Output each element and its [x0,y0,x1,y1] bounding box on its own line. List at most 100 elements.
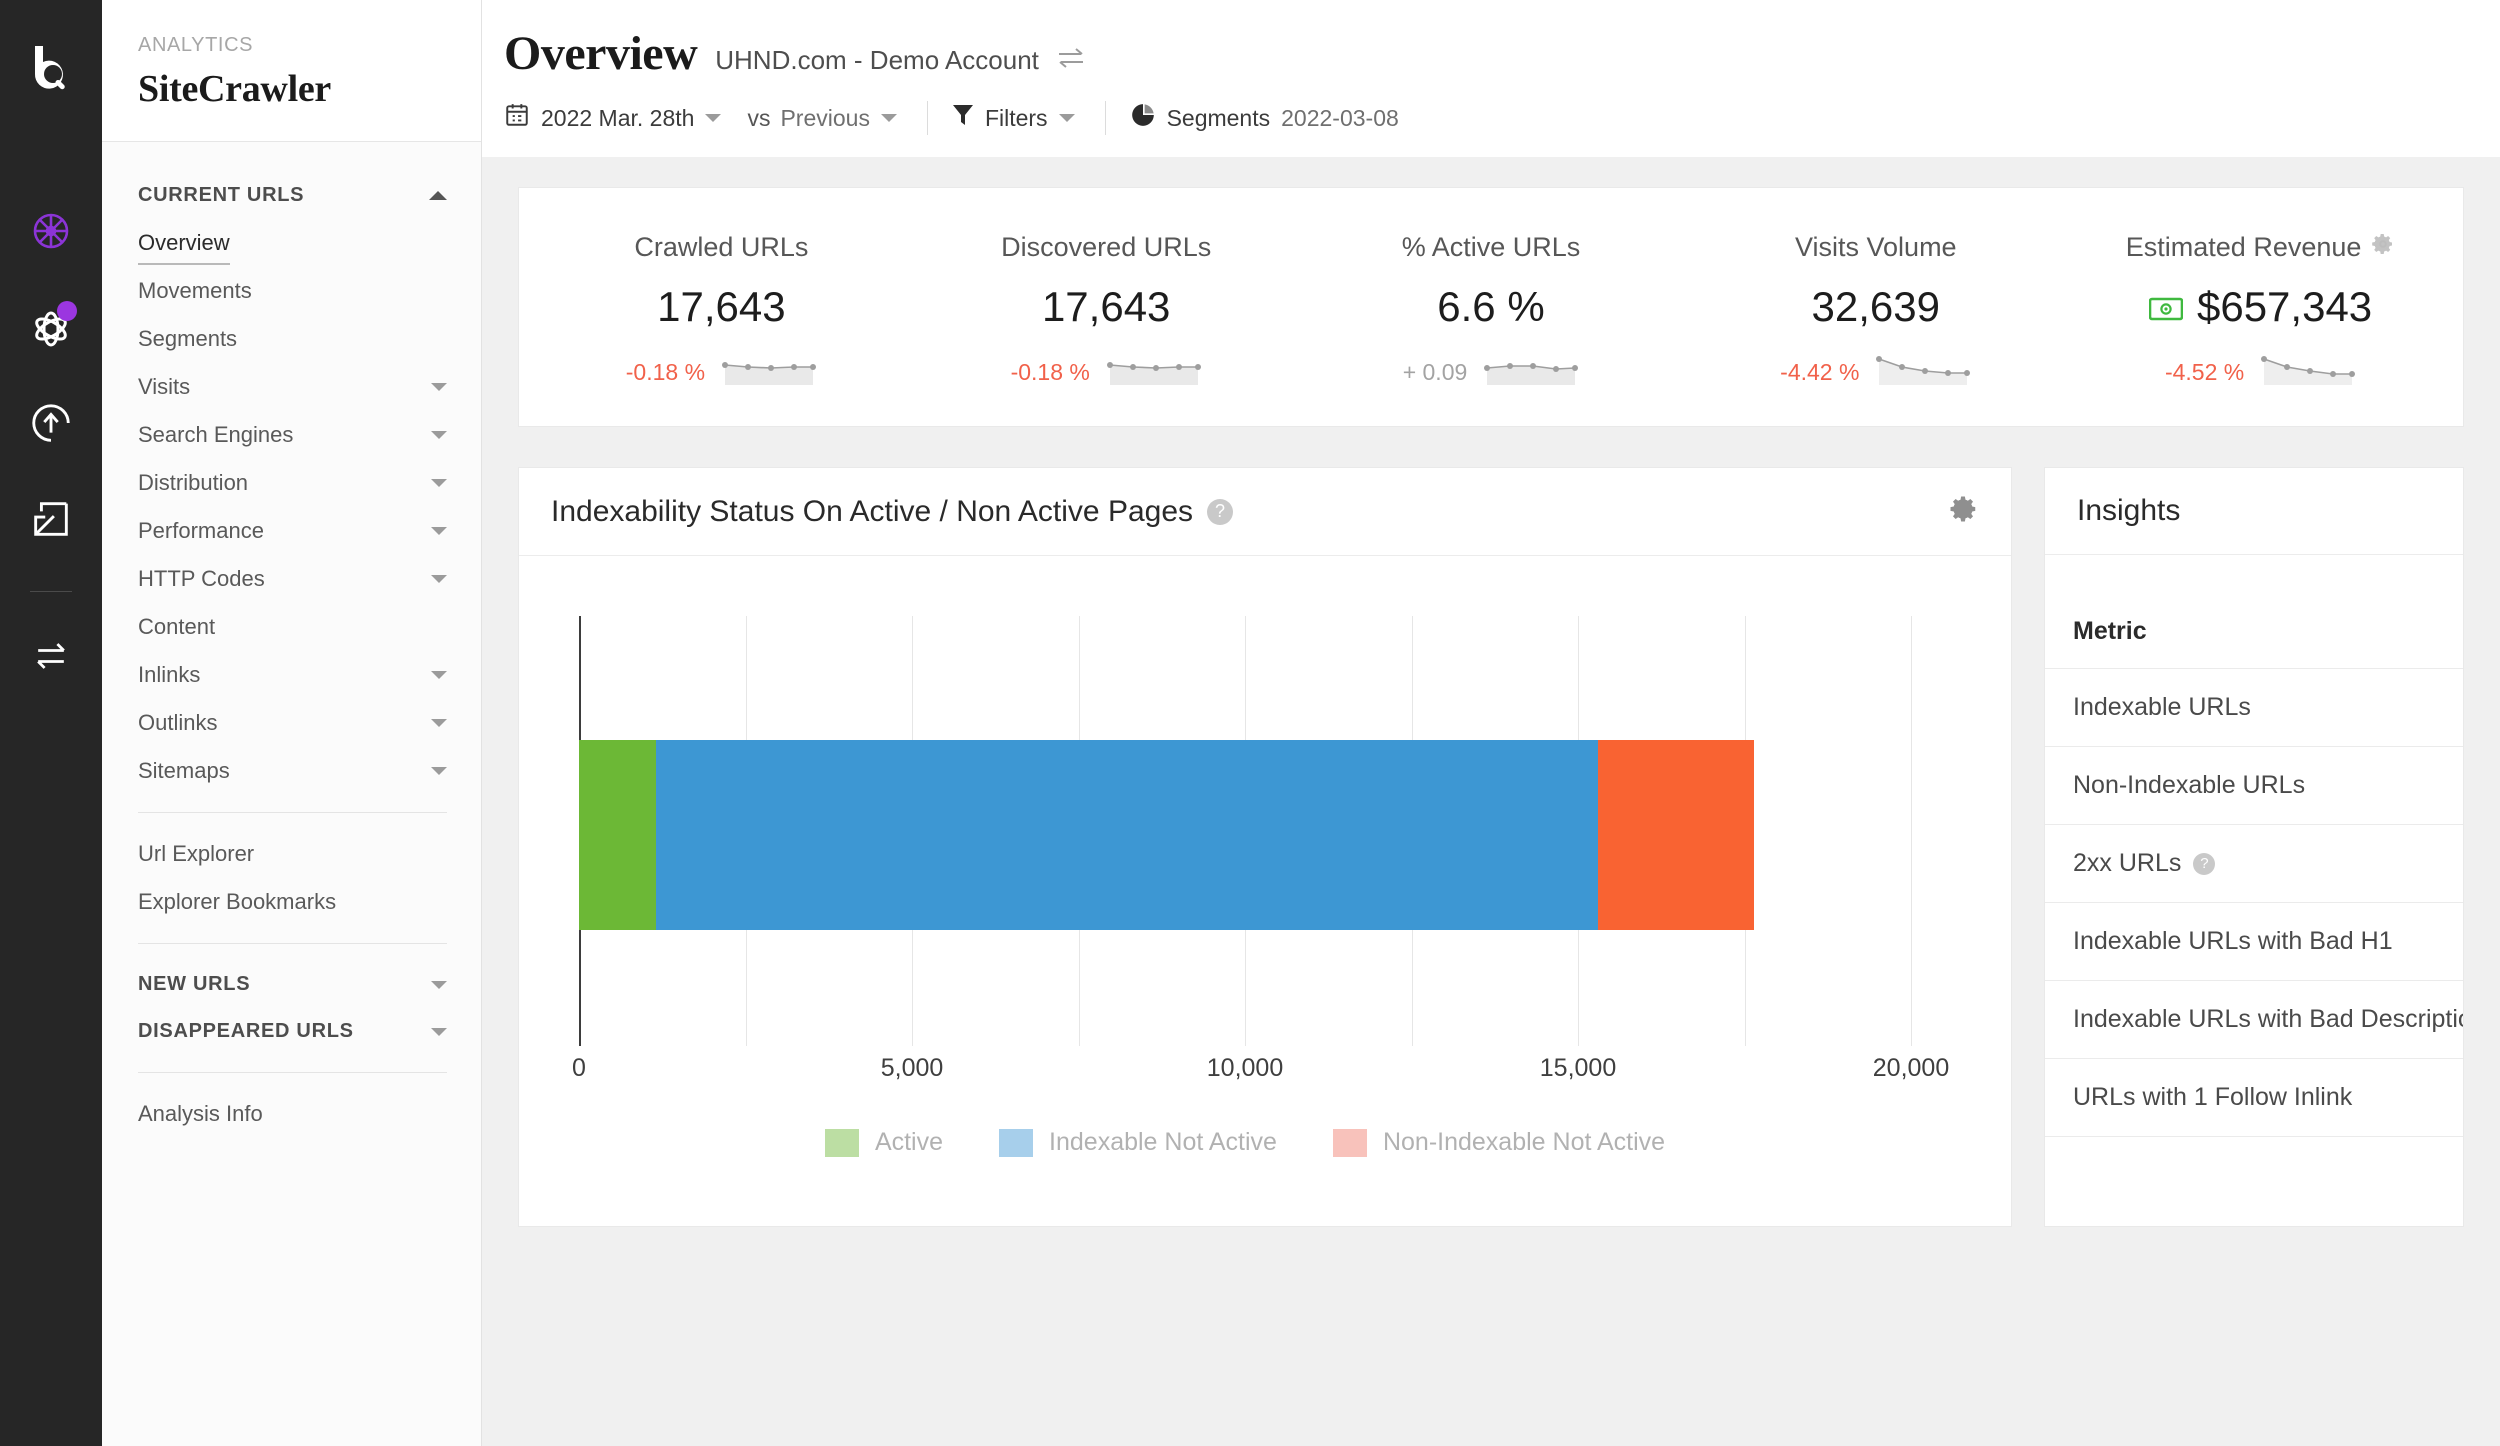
sidebar-group-label: CURRENT URLS [138,184,304,207]
x-tick-label: 5,000 [881,1054,944,1083]
legend-item-non-indexable-not-active[interactable]: Non-Indexable Not Active [1333,1128,1665,1157]
account-name: UHND.com - Demo Account [715,45,1039,76]
rail-item-activation[interactable] [21,393,81,453]
swap-arrows-icon[interactable] [1057,45,1085,76]
pie-slice-icon [1130,102,1156,134]
sidebar-item-explorer-bookmarks[interactable]: Explorer Bookmarks [102,878,481,926]
kpi-label: Visits Volume [1795,232,1957,263]
plot-area [579,616,1911,1046]
question-mark-icon[interactable]: ? [1207,499,1233,525]
sidebar-item-overview[interactable]: Overview [102,219,481,267]
rail-item-log-analyzer[interactable] [21,489,81,549]
insights-row[interactable]: Non-Indexable URLs [2045,747,2463,825]
vs-label: vs [745,105,780,132]
insights-row[interactable]: Indexable URLs [2045,669,2463,747]
app-root: ANALYTICS SiteCrawler CURRENT URLS Overv… [0,0,2500,1446]
kpi-value: 6.6 % [1437,283,1544,331]
sidebar-item-segments[interactable]: Segments [102,315,481,363]
sidebar-divider [138,1072,447,1073]
sidebar-group-current-urls[interactable]: CURRENT URLS [102,172,481,219]
date-picker[interactable]: 2022 Mar. 28th [504,102,745,134]
sidebar-item-url-explorer[interactable]: Url Explorer [102,830,481,878]
insights-row[interactable]: 2xx URLs ? [2045,825,2463,903]
gridline [1911,616,1912,1046]
kpi-value-text: $657,343 [2197,283,2372,331]
sidebar-group-label: NEW URLS [138,973,250,996]
sidebar-item-analysis-info[interactable]: Analysis Info [102,1090,481,1138]
chevron-down-icon [431,1028,447,1036]
x-tick-label: 15,000 [1540,1054,1616,1083]
sidebar-item-visits[interactable]: Visits [102,363,481,411]
sidebar-kicker: ANALYTICS [138,34,481,57]
insights-row-label: 2xx URLs [2073,849,2181,878]
sparkline-chart [721,353,817,392]
legend-swatch-icon [999,1129,1033,1157]
chart-title: Indexability Status On Active / Non Acti… [551,495,1193,529]
sidebar-item-inlinks[interactable]: Inlinks [102,651,481,699]
bar-segment-indexable-not-active[interactable] [656,740,1598,930]
filters-button[interactable]: Filters [952,103,1099,133]
date-value: 2022 Mar. 28th [541,105,694,132]
sidebar-item-label: Content [138,614,215,640]
chevron-down-icon [431,383,447,391]
insights-row-label: URLs with 1 Follow Inlink [2073,1083,2352,1112]
sidebar-item-outlinks[interactable]: Outlinks [102,699,481,747]
legend-label: Indexable Not Active [1049,1128,1277,1157]
segments-button[interactable]: Segments 2022-03-08 [1130,102,1423,134]
chart-header: Indexability Status On Active / Non Acti… [519,468,2011,556]
gear-icon[interactable] [1949,494,1979,529]
page-title: Overview [504,26,697,81]
calendar-icon [504,102,530,134]
charts-row: Indexability Status On Active / Non Acti… [518,467,2464,1227]
sidebar-group-new-urls[interactable]: NEW URLS [102,961,481,1008]
sidebar-item-label: Sitemaps [138,758,230,784]
filters-label: Filters [985,105,1048,132]
sparkline-chart [1106,353,1202,392]
insights-row[interactable]: Indexable URLs with Bad H1 [2045,903,2463,981]
sidebar-item-search-engines[interactable]: Search Engines [102,411,481,459]
sidebar-item-movements[interactable]: Movements [102,267,481,315]
sidebar-item-label: Analysis Info [138,1101,263,1127]
botify-logo-icon[interactable] [23,40,79,101]
bar-segment-active[interactable] [579,740,656,930]
sidebar-item-content[interactable]: Content [102,603,481,651]
insights-row-label: Indexable URLs with Bad Description [2073,1005,2464,1034]
chevron-down-icon [431,527,447,535]
rail-item-sitecrawler[interactable] [21,201,81,261]
sidebar-item-performance[interactable]: Performance [102,507,481,555]
insights-row-label: Non-Indexable URLs [2073,771,2305,800]
sidebar-item-http-codes[interactable]: HTTP Codes [102,555,481,603]
insights-row[interactable]: URLs with 1 Follow Inlink [2045,1059,2463,1137]
insights-row-label: Indexable URLs with Bad H1 [2073,927,2393,956]
rail-item-intelligence[interactable] [21,297,81,357]
insights-card: Insights Metric Indexable URLs Non-Index… [2044,467,2464,1227]
bar-segment-non-indexable-not-active[interactable] [1598,740,1754,930]
chevron-down-icon [431,981,447,989]
sidebar-header: ANALYTICS SiteCrawler [102,0,481,142]
kpi-delta: -0.18 % [1011,359,1090,386]
legend-item-active[interactable]: Active [825,1128,943,1157]
question-mark-icon[interactable]: ? [2193,853,2215,875]
chevron-down-icon [431,767,447,775]
chevron-down-icon [431,575,447,583]
sidebar: ANALYTICS SiteCrawler CURRENT URLS Overv… [102,0,482,1446]
gear-icon[interactable] [2371,232,2395,263]
toolbar-divider [1105,101,1106,135]
sidebar-item-distribution[interactable]: Distribution [102,459,481,507]
legend-item-indexable-not-active[interactable]: Indexable Not Active [999,1128,1277,1157]
kpi-delta: -4.52 % [2165,359,2244,386]
compare-picker[interactable]: Previous [780,105,920,132]
insights-row[interactable]: Indexable URLs with Bad Description [2045,981,2463,1059]
kpi-label: Crawled URLs [634,232,808,263]
funnel-icon [952,103,974,133]
kpi-footer: -4.42 % [1780,353,1971,392]
sidebar-item-sitemaps[interactable]: Sitemaps [102,747,481,795]
legend-label: Non-Indexable Not Active [1383,1128,1665,1157]
money-bill-icon [2149,283,2183,331]
sidebar-item-label: Outlinks [138,710,217,736]
rail-item-swap-project[interactable] [21,626,81,686]
chevron-down-icon [881,114,897,122]
sidebar-group-disappeared-urls[interactable]: DISAPPEARED URLS [102,1008,481,1055]
kpi-label: % Active URLs [1402,232,1581,263]
x-tick-label: 10,000 [1207,1054,1283,1083]
